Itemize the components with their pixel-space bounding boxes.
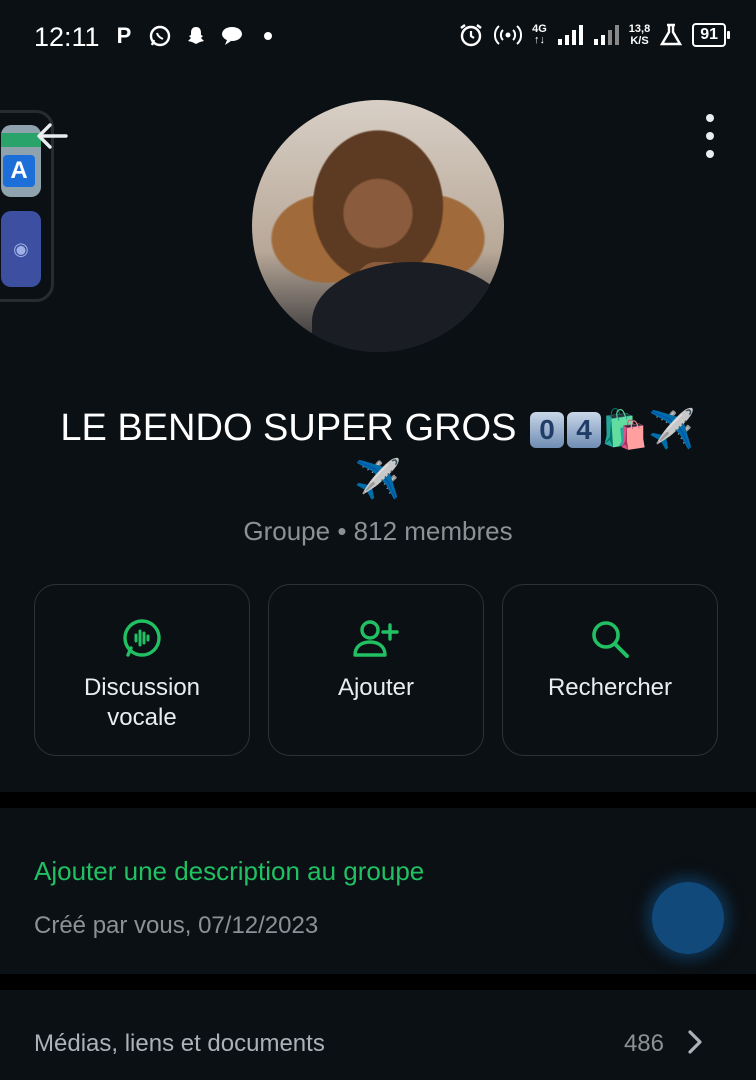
p-notification-icon: P (116, 23, 132, 48)
voice-chat-label: Discussion vocale (83, 674, 201, 731)
search-button[interactable]: Rechercher (502, 584, 718, 756)
section-divider (0, 792, 756, 808)
keycap-zero: 0 (530, 411, 565, 448)
voice-chat-button[interactable]: Discussion vocale (34, 584, 250, 756)
media-count: 486 (623, 1030, 664, 1057)
network-speed: 13,8 K/S (628, 23, 651, 47)
network-type: 4G ↑↓ (532, 23, 547, 46)
airplane-emoji: ✈️ (648, 408, 696, 451)
airplane-emoji-2: ✈️ (354, 458, 402, 501)
action-buttons: Discussion vocale Ajouter Rechercher (34, 584, 722, 756)
add-description-link[interactable]: Ajouter une description au groupe (34, 856, 424, 887)
flask-icon (660, 23, 683, 46)
group-avatar[interactable] (252, 100, 504, 352)
alarm-icon (460, 24, 482, 47)
description-section: Ajouter une description au groupe Créé p… (0, 808, 756, 974)
chat-bubble-icon (220, 24, 244, 48)
signal-icon (557, 25, 583, 45)
created-info: Créé par vous, 07/12/2023 (34, 912, 319, 939)
notification-icons: P (112, 23, 272, 48)
snapchat-icon (184, 24, 208, 48)
add-member-label: Ajouter (337, 674, 415, 701)
floating-action-bubble[interactable] (652, 882, 724, 954)
back-arrow-icon[interactable] (32, 116, 72, 156)
audio-app-icon[interactable]: ◉ (1, 211, 41, 287)
group-subtitle: Groupe • 812 membres (243, 516, 513, 546)
add-person-icon (353, 620, 399, 657)
battery-indicator: 91 (692, 23, 730, 47)
system-icons: 4G ↑↓ 13,8 K/S 91 (458, 22, 730, 48)
dot-icon (264, 32, 272, 40)
group-name[interactable]: LE BENDO SUPER GROS 0 4 🛍️✈️ ✈️ (40, 404, 716, 504)
more-options-icon[interactable] (698, 114, 722, 158)
search-label: Rechercher (547, 674, 673, 701)
shopping-bags-emoji: 🛍️ (601, 408, 649, 451)
whatsapp-icon (148, 24, 172, 48)
group-name-text: LE BENDO SUPER GROS (60, 407, 517, 449)
media-links-docs-row[interactable]: Médias, liens et documents 486 (0, 990, 756, 1080)
keycap-four: 4 (567, 411, 602, 448)
add-member-button[interactable]: Ajouter (268, 584, 484, 756)
section-divider-2 (0, 974, 756, 990)
voice-chat-icon (123, 619, 161, 657)
chevron-right-icon (688, 1030, 702, 1054)
status-time: 12:11 (34, 22, 100, 52)
status-bar: 12:11 P 4G ↑↓ 13,8 K/S 91 (0, 0, 756, 76)
signal-icon-2 (593, 25, 619, 45)
search-icon (592, 621, 629, 658)
hotspot-icon (494, 25, 523, 45)
media-label: Médias, liens et documents (34, 1030, 325, 1057)
